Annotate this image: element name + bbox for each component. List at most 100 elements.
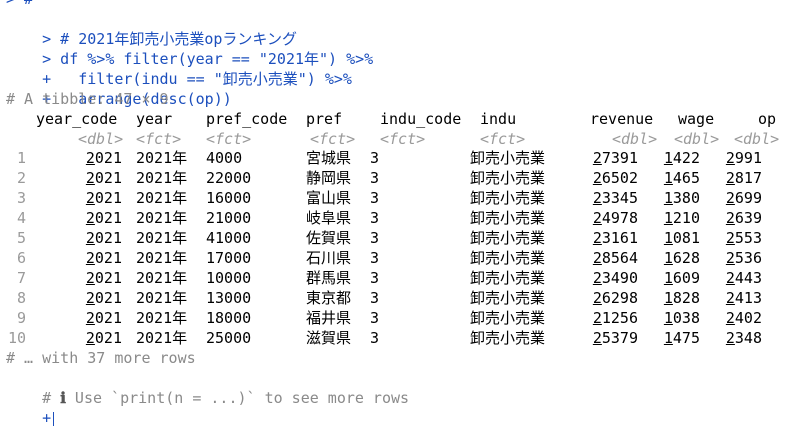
cell-n: 10 — [7, 329, 26, 347]
hint-text: Use `print(n = ...)` to see more rows — [65, 389, 410, 407]
cell-pref-code: 22000 — [206, 169, 252, 187]
cell-leading-digit: 2 — [592, 249, 602, 267]
r-console[interactable]: > # > # 2021年卸売小売業opランキング > df %>% filte… — [0, 0, 802, 427]
cell-pref-code: 13000 — [206, 289, 252, 307]
cell-leading-digit: 2 — [592, 329, 602, 347]
cell-indu-code: 3 — [370, 269, 380, 287]
cell-op: 2639 — [672, 208, 762, 228]
cell-leading-digit: 2 — [592, 289, 602, 307]
cell-leading-digit: 2 — [725, 209, 735, 227]
cell-pref-code: 25000 — [206, 329, 252, 347]
cell-op: 2536 — [672, 248, 762, 268]
cell-year: 2021年 — [136, 209, 188, 227]
cell-leading-digit: 2 — [592, 169, 602, 187]
cell-year-code: 2021 — [32, 188, 122, 208]
cell-indu: 卸売小売業 — [470, 209, 546, 227]
column-type-year-code: <dbl> — [78, 130, 124, 148]
cell-year-code: 2021 — [32, 168, 122, 188]
cell-remaining-digits: 639 — [734, 209, 762, 227]
cell-indu: 卸売小売業 — [470, 229, 546, 247]
cell-n: 6 — [16, 249, 26, 267]
cell-leading-digit: 2 — [725, 149, 735, 167]
cell-leading-digit: 2 — [85, 269, 95, 287]
cell-n: 1 — [16, 149, 26, 167]
cell-leading-digit: 2 — [725, 229, 735, 247]
cell-remaining-digits: 348 — [734, 329, 762, 347]
cell-indu-code: 3 — [370, 309, 380, 327]
column-header-revenue: revenue — [590, 110, 654, 128]
cell-remaining-digits: 536 — [734, 249, 762, 267]
cell-indu-code: 3 — [370, 149, 380, 167]
cell-leading-digit: 2 — [725, 309, 735, 327]
cell-n: 7 — [16, 269, 26, 287]
input-prompt-line[interactable]: + — [6, 388, 55, 427]
cell-pref-code: 41000 — [206, 229, 252, 247]
cell-year-code: 2021 — [32, 308, 122, 328]
cell-remaining-digits: 991 — [734, 149, 762, 167]
cell-remaining-digits: 021 — [94, 249, 122, 267]
cell-leading-digit: 2 — [725, 329, 735, 347]
cell-remaining-digits: 443 — [734, 269, 762, 287]
cell-indu: 卸売小売業 — [470, 169, 546, 187]
cell-pref-code: 18000 — [206, 309, 252, 327]
more-rows-note: # … with 37 more rows — [6, 349, 196, 367]
cell-year-code: 2021 — [32, 148, 122, 168]
cell-year: 2021年 — [136, 329, 188, 347]
cell-leading-digit: 2 — [725, 289, 735, 307]
cell-n: 9 — [16, 309, 26, 327]
cell-op: 2991 — [672, 148, 762, 168]
column-type-op: <dbl> — [734, 130, 780, 148]
column-header-indu: indu — [480, 110, 517, 128]
cell-indu: 卸売小売業 — [470, 289, 546, 307]
column-type-wage: <dbl> — [674, 130, 720, 148]
cell-indu-code: 3 — [370, 169, 380, 187]
column-header-year: year — [136, 110, 173, 128]
cell-indu-code: 3 — [370, 229, 380, 247]
cell-leading-digit: 2 — [592, 189, 602, 207]
column-header-wage: wage — [678, 110, 715, 128]
cell-year: 2021年 — [136, 229, 188, 247]
cell-remaining-digits: 021 — [94, 329, 122, 347]
text-cursor — [53, 411, 55, 426]
cell-leading-digit: 2 — [85, 149, 95, 167]
command-line-comment: > # 2021年卸売小売業opランキング — [6, 9, 297, 48]
cell-op: 2348 — [672, 328, 762, 348]
cell-year-code: 2021 — [32, 208, 122, 228]
cell-year: 2021年 — [136, 189, 188, 207]
tibble-header: # A tibble: 47 × 9 — [6, 90, 169, 108]
column-type-pref: <fct> — [310, 130, 356, 148]
cell-leading-digit: 2 — [85, 169, 95, 187]
print-hint: # ℹ Use `print(n = ...)` to see more row… — [6, 368, 409, 407]
cell-indu: 卸売小売業 — [470, 189, 546, 207]
cell-year: 2021年 — [136, 269, 188, 287]
column-type-revenue: <dbl> — [612, 130, 658, 148]
cell-leading-digit: 2 — [85, 189, 95, 207]
cell-n: 4 — [16, 209, 26, 227]
cell-pref-code: 10000 — [206, 269, 252, 287]
command-line-filter-year: > df %>% filter(year == "2021年") %>% — [6, 29, 373, 68]
column-header-pref: pref — [306, 110, 343, 128]
previous-command-partial: > # — [6, 0, 33, 9]
cell-op: 2553 — [672, 228, 762, 248]
cell-pref: 岐阜県 — [306, 209, 352, 227]
cell-leading-digit: 2 — [85, 229, 95, 247]
cell-indu-code: 3 — [370, 249, 380, 267]
cell-indu: 卸売小売業 — [470, 149, 546, 167]
cell-remaining-digits: 021 — [94, 229, 122, 247]
cell-remaining-digits: 817 — [734, 169, 762, 187]
cell-leading-digit: 2 — [85, 209, 95, 227]
cell-pref-code: 21000 — [206, 209, 252, 227]
cell-leading-digit: 2 — [85, 289, 95, 307]
cell-remaining-digits: 413 — [734, 289, 762, 307]
cell-leading-digit: 2 — [85, 329, 95, 347]
cell-year: 2021年 — [136, 289, 188, 307]
cell-indu-code: 3 — [370, 209, 380, 227]
cell-leading-digit: 2 — [592, 269, 602, 287]
cell-remaining-digits: 021 — [94, 189, 122, 207]
cell-indu: 卸売小売業 — [470, 269, 546, 287]
cell-leading-digit: 2 — [592, 229, 602, 247]
cell-indu-code: 3 — [370, 189, 380, 207]
cell-indu: 卸売小売業 — [470, 309, 546, 327]
cell-remaining-digits: 402 — [734, 309, 762, 327]
column-header-year-code: year_code — [36, 110, 118, 128]
